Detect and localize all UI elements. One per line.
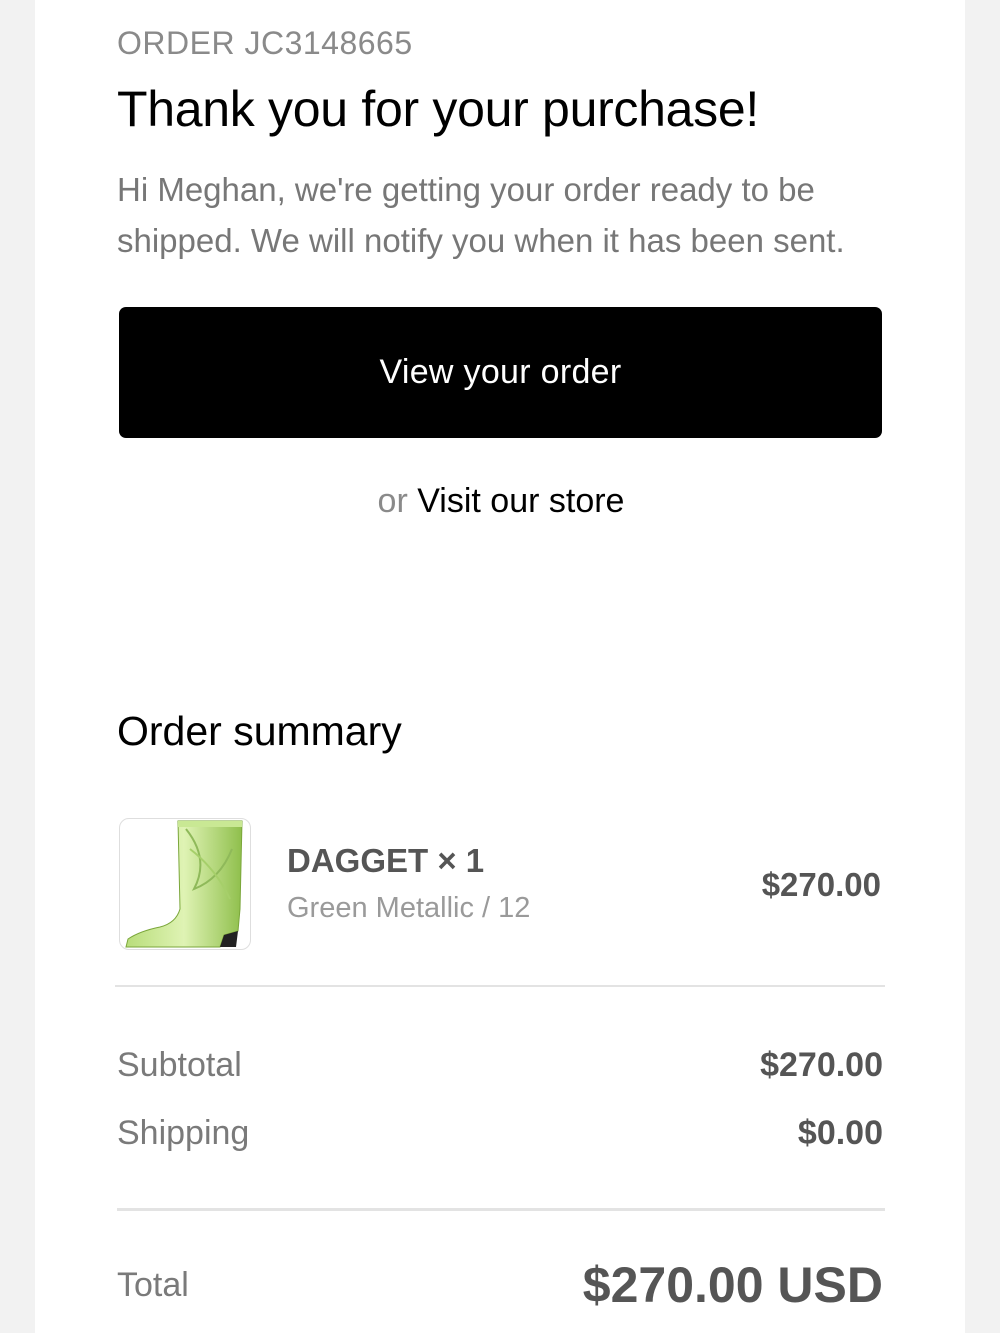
divider	[117, 1208, 885, 1211]
store-link-line: or Visit our store	[117, 482, 885, 521]
green-cowboy-boot-icon	[125, 820, 243, 948]
total-label: Total	[117, 1266, 189, 1304]
email-page: ORDER JC3148665 Thank you for your purch…	[35, 0, 965, 1333]
order-number: ORDER JC3148665	[117, 25, 413, 61]
order-summary-title: Order summary	[117, 708, 402, 754]
or-text: or	[377, 482, 408, 520]
total-value: $270.00 USD	[582, 1257, 883, 1313]
divider	[115, 985, 885, 987]
item-price: $270.00	[761, 866, 881, 903]
view-order-button[interactable]: View your order	[119, 307, 882, 438]
subtotal-value: $270.00	[760, 1046, 883, 1084]
visit-store-link[interactable]: Visit our store	[417, 482, 624, 520]
item-variant: Green Metallic / 12	[287, 892, 531, 924]
shipping-label: Shipping	[117, 1114, 250, 1152]
item-name: DAGGET × 1	[287, 842, 485, 879]
product-thumbnail	[119, 818, 251, 950]
subtotal-label: Subtotal	[117, 1046, 242, 1084]
confirmation-message: Hi Meghan, we're getting your order read…	[117, 171, 845, 259]
shipping-value: $0.00	[797, 1114, 883, 1152]
page-title: Thank you for your purchase!	[117, 81, 759, 137]
